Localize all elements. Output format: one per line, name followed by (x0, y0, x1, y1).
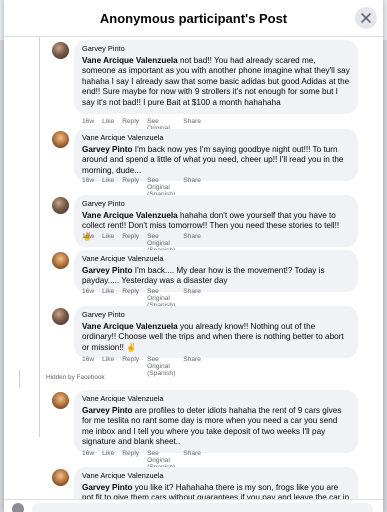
composer-input[interactable] (32, 503, 373, 512)
mention-link[interactable]: Garvey Pinto (82, 266, 133, 275)
comment-bubble: Garvey Pinto Vane Arcique Valenzuela you… (74, 306, 358, 359)
close-icon (361, 13, 371, 23)
avatar[interactable] (52, 308, 69, 325)
comment-bubble: Vane Arcique Valenzuela Garvey Pinto you… (74, 467, 358, 500)
hidden-by-facebook-label: Hidden by Facebook (46, 374, 105, 381)
avatar[interactable] (52, 197, 69, 214)
dialog-header: Anonymous participant's Post (4, 0, 383, 37)
composer-avatar (12, 503, 24, 512)
mention-link[interactable]: Garvey Pinto (82, 406, 133, 415)
mention-link[interactable]: Vane Arcique Valenzuela (82, 56, 178, 65)
avatar[interactable] (52, 469, 69, 486)
dialog-title: Anonymous participant's Post (99, 10, 288, 26)
comment-author[interactable]: Vane Arcique Valenzuela (82, 133, 350, 144)
share-button[interactable]: Share (183, 356, 201, 377)
comment-body: Garvey Pinto I'm back now yes I'm saying… (82, 145, 350, 177)
comment-body: Vane Arcique Valenzuela not bad!! You ha… (82, 56, 350, 109)
avatar[interactable] (52, 392, 69, 409)
comment-author[interactable]: Garvey Pinto (82, 199, 350, 210)
comment-body: Vane Arcique Valenzuela you already know… (82, 322, 350, 354)
comment-bubble: Vane Arcique Valenzuela Garvey Pinto are… (74, 390, 358, 453)
comment-bubble: Garvey Pinto Vane Arcique Valenzuela not… (74, 40, 358, 114)
avatar[interactable] (52, 42, 69, 59)
avatar[interactable] (52, 252, 69, 269)
mention-link[interactable]: Garvey Pinto (82, 483, 133, 492)
mention-link[interactable]: Vane Arcique Valenzuela (82, 211, 178, 220)
see-original-button[interactable]: See Original (Spanish) (147, 356, 175, 377)
comment-author[interactable]: Vane Arcique Valenzuela (82, 254, 350, 265)
comment-bubble: Vane Arcique Valenzuela Garvey Pinto I'm… (74, 250, 358, 292)
comment-author[interactable]: Garvey Pinto (82, 310, 350, 321)
comment-thread: Garvey Pinto Vane Arcique Valenzuela not… (4, 37, 383, 500)
backdrop-right (383, 40, 387, 512)
reply-button[interactable]: Reply (122, 356, 139, 377)
post-dialog: Anonymous participant's Post Garvey Pint… (4, 0, 383, 512)
comment-body: Garvey Pinto are profiles to deter idiot… (82, 406, 350, 448)
comment-author[interactable]: Vane Arcique Valenzuela (82, 394, 350, 405)
comment-author[interactable]: Garvey Pinto (82, 44, 350, 55)
avatar[interactable] (52, 131, 69, 148)
mention-link[interactable]: Garvey Pinto (82, 145, 133, 154)
comment-body: Garvey Pinto I'm back.... My dear how is… (82, 266, 350, 287)
comment-author[interactable]: Vane Arcique Valenzuela (82, 471, 350, 482)
thread-line-secondary (19, 370, 20, 388)
comment-body: Garvey Pinto you like it? Hahahaha there… (82, 483, 350, 500)
mention-link[interactable]: Vane Arcique Valenzuela (82, 322, 178, 331)
thread-line (39, 37, 40, 437)
close-button[interactable] (355, 7, 377, 29)
comment-bubble: Vane Arcique Valenzuela Garvey Pinto I'm… (74, 129, 358, 182)
comment-composer (4, 499, 383, 512)
